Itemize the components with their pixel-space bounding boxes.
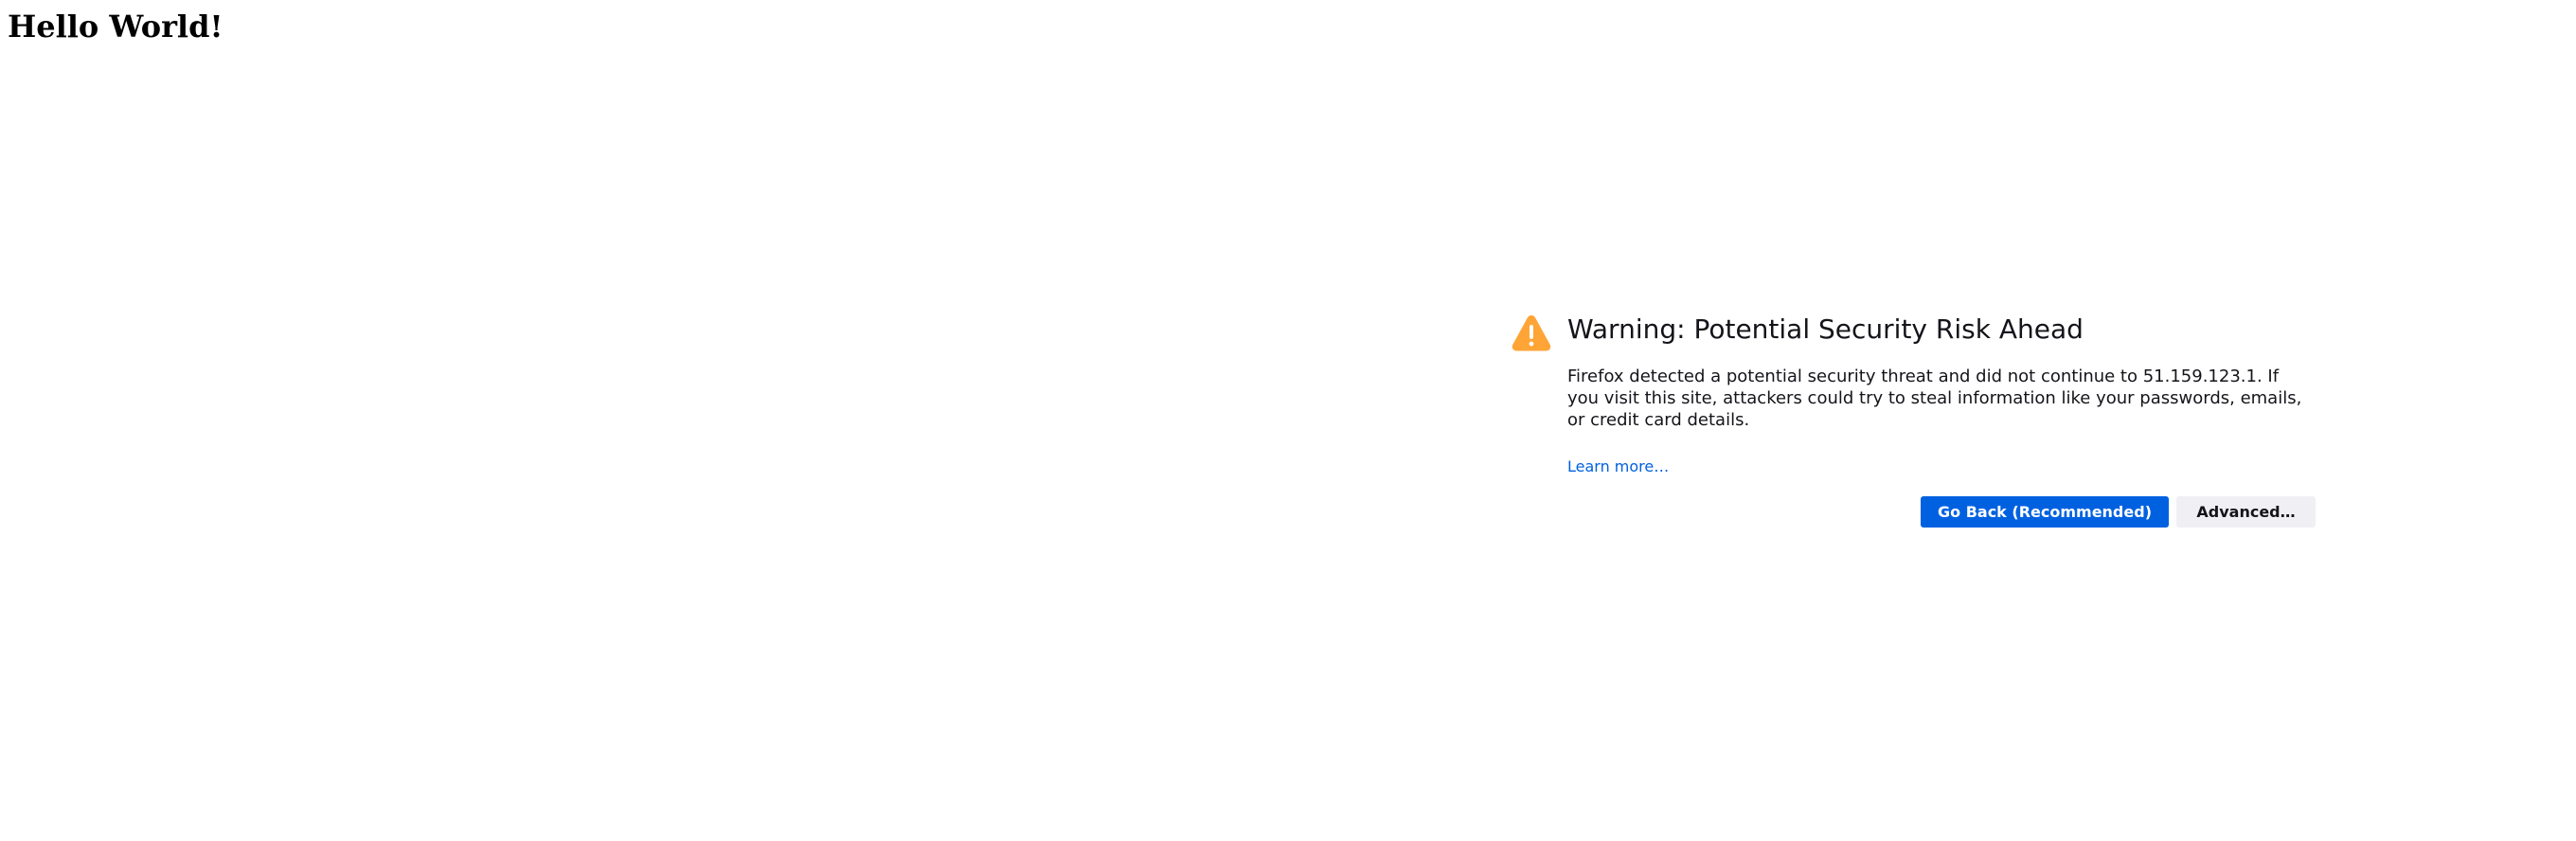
- learn-more-link[interactable]: Learn more…: [1567, 457, 1669, 476]
- security-warning-panel: Warning: Potential Security Risk Ahead F…: [1511, 313, 2316, 530]
- warning-title: Warning: Potential Security Risk Ahead: [1567, 313, 2084, 345]
- page-heading: Hello World!: [8, 9, 224, 45]
- warning-triangle-icon: [1511, 313, 1552, 354]
- advanced-button[interactable]: Advanced…: [2176, 496, 2316, 528]
- go-back-button[interactable]: Go Back (Recommended): [1921, 496, 2169, 528]
- warning-description: Firefox detected a potential security th…: [1567, 367, 2302, 430]
